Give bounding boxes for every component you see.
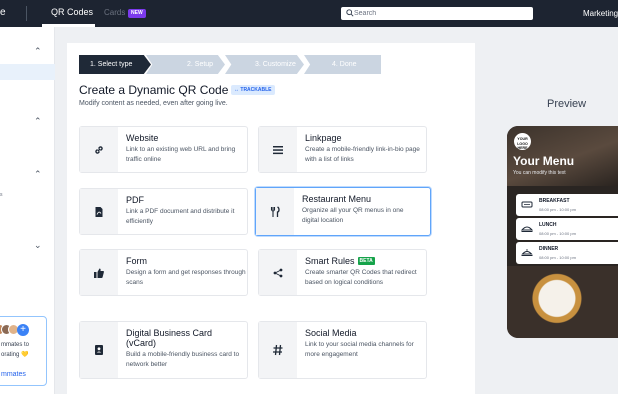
- type-card-smart-rules[interactable]: Smart Rules BETA Create smarter QR Codes …: [258, 249, 427, 296]
- pdf-icon: [95, 206, 103, 217]
- preview-logo: YOUR LOGO HERE: [514, 133, 531, 150]
- preview-label: Preview: [547, 98, 587, 110]
- promo-text-line2: orating 💛: [1, 352, 29, 358]
- preview-dish-image: [507, 266, 618, 338]
- menu-item-title: LUNCH: [539, 222, 557, 228]
- share-nodes-icon: [273, 268, 283, 277]
- type-card-title: Website: [126, 133, 159, 143]
- type-card-title: Restaurant Menu: [302, 194, 372, 204]
- lunch-icon: [521, 226, 533, 232]
- type-card-title: Digital Business Card (vCard): [126, 328, 213, 348]
- create-qr-panel: 1. Select type 2. Setup 3. Customize 4. …: [67, 43, 475, 394]
- beta-badge: BETA: [357, 257, 375, 265]
- link-icon: [95, 145, 103, 154]
- preview-menu-item: DINNER 08:00 pm - 10:00 pm: [516, 242, 618, 264]
- type-card-title: Form: [126, 256, 147, 266]
- new-badge: NEW: [128, 9, 146, 18]
- type-card-title: Social Media: [305, 328, 357, 338]
- type-card-social-media[interactable]: Social Media Link to your social media c…: [258, 321, 427, 379]
- dinner-icon: [521, 249, 533, 256]
- chevron-down-icon[interactable]: ⌄: [34, 240, 42, 251]
- invite-teammates-link[interactable]: mmates: [1, 371, 26, 378]
- chevron-up-icon[interactable]: ⌃: [34, 169, 42, 180]
- type-card-title: PDF: [126, 195, 144, 205]
- hashtag-icon: [273, 344, 283, 356]
- type-card-description: Create a mobile-friendly link-in-bio pag…: [305, 146, 420, 163]
- menu-item-time: 08:00 pm - 10:00 pm: [539, 231, 576, 236]
- preview-menu-item: LUNCH 08:00 pm - 10:00 pm: [516, 218, 618, 240]
- type-card-restaurant-menu[interactable]: Restaurant Menu Organize all your QR men…: [255, 187, 431, 236]
- menu-item-title: DINNER: [539, 246, 559, 252]
- type-card-form[interactable]: Form Design a form and get responses thr…: [79, 249, 248, 296]
- step-select-type: 1. Select type: [79, 55, 151, 74]
- type-card-description: Build a mobile-friendly business card to…: [126, 351, 240, 368]
- breakfast-icon: [521, 201, 533, 208]
- sidebar-text-fragment: s: [0, 192, 3, 198]
- topbar-divider: [26, 6, 27, 21]
- page-subtitle: Modify content as needed, even after goi…: [79, 100, 228, 107]
- search-input[interactable]: [354, 8, 524, 19]
- preview-menu-item: BREAKFAST 08:00 pm - 10:00 pm: [516, 194, 618, 216]
- add-teammate-button[interactable]: +: [17, 324, 29, 336]
- fork-knife-icon: [270, 205, 280, 217]
- top-bar: e QR Codes Cards NEW Marketing: [0, 0, 618, 27]
- list-icon: [273, 145, 283, 154]
- menu-item-time: 08:00 pm - 10:00 pm: [539, 255, 576, 260]
- type-card-linkpage[interactable]: Linkpage Create a mobile-friendly link-i…: [258, 126, 427, 173]
- contact-card-icon: [95, 345, 103, 355]
- type-card-description: Link to an existing web URL and bring tr…: [126, 146, 236, 163]
- type-card-title-text: Smart Rules: [305, 256, 355, 266]
- type-card-title: Smart Rules BETA: [305, 256, 375, 266]
- type-card-vcard[interactable]: Digital Business Card (vCard) Build a mo…: [79, 321, 248, 379]
- tab-cards[interactable]: Cards: [104, 8, 125, 17]
- thumbs-up-icon: [94, 268, 104, 278]
- step-done: 4. Done: [304, 55, 381, 74]
- menu-item-title: BREAKFAST: [539, 198, 570, 204]
- search-box[interactable]: [341, 7, 533, 20]
- type-card-description: Link to your social media channels for m…: [305, 341, 414, 358]
- chevron-up-icon[interactable]: ⌃: [34, 46, 42, 57]
- type-card-description: Create smarter QR Codes that redirect ba…: [305, 269, 417, 286]
- type-card-description: Design a form and get responses through …: [126, 269, 246, 286]
- sidebar-item-active[interactable]: [0, 64, 55, 80]
- trackable-badge: ↔ TRACKABLE: [231, 85, 275, 95]
- promo-text-line1: mmates to: [1, 342, 30, 348]
- workspace-name[interactable]: Marketing: [583, 9, 618, 18]
- step-customize: 3. Customize: [225, 55, 304, 74]
- tab-qr-codes[interactable]: QR Codes: [51, 7, 93, 17]
- type-card-pdf[interactable]: PDF Link a PDF document and distribute i…: [79, 188, 248, 235]
- chevron-up-icon[interactable]: ⌃: [34, 116, 42, 127]
- search-icon: [346, 9, 354, 17]
- sidebar: ⌃ ⌃ ⌃ s ⌄ + mmates to orating 💛 mmates: [0, 27, 55, 394]
- step-setup: 2. Setup: [146, 55, 225, 74]
- type-card-description: Link a PDF document and distribute it ef…: [126, 208, 235, 225]
- type-card-website[interactable]: Website Link to an existing web URL and …: [79, 126, 248, 173]
- preview-heading: Your Menu: [513, 154, 575, 168]
- page-title: Create a Dynamic QR Code: [79, 83, 229, 97]
- type-card-description: Organize all your QR menus in one digita…: [302, 207, 404, 224]
- phone-preview: YOUR LOGO HERE Your Menu You can modify …: [507, 126, 618, 338]
- preview-subheading: You can modify this text: [513, 170, 566, 176]
- menu-item-time: 08:00 pm - 10:00 pm: [539, 207, 576, 212]
- invite-teammates-card: + mmates to orating 💛 mmates: [0, 316, 47, 386]
- type-card-title: Linkpage: [305, 133, 342, 143]
- app-title-fragment: e: [0, 7, 6, 18]
